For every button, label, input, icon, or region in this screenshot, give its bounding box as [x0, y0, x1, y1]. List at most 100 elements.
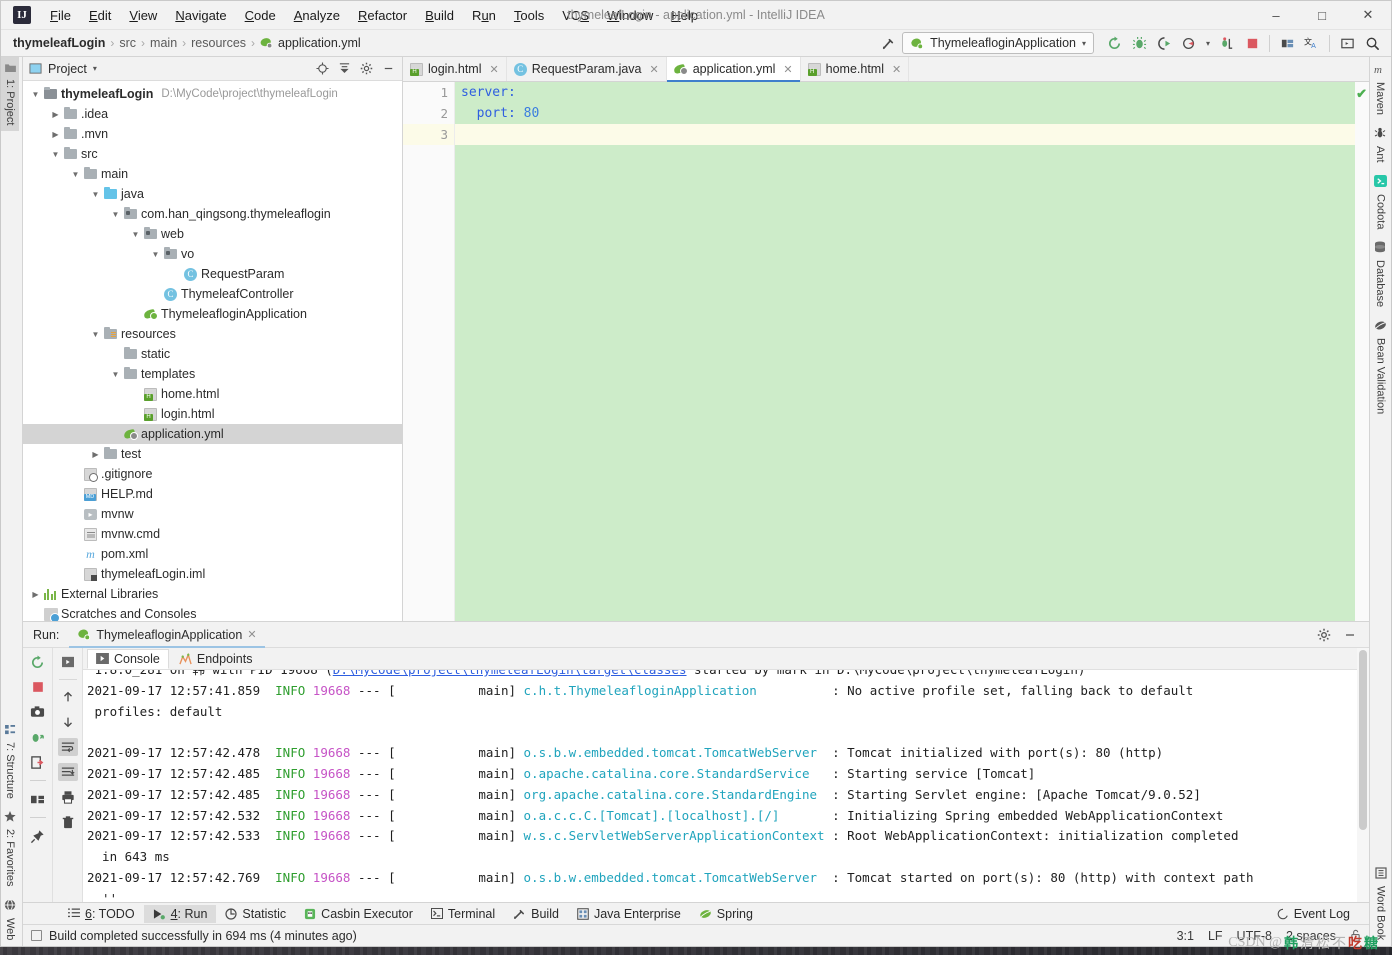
console-link[interactable]: D:\MyCode\project\thymeleafLogin\target\… — [333, 670, 687, 677]
menu-item-build[interactable]: Build — [416, 5, 463, 26]
tree-node-login-html[interactable]: login.html — [23, 404, 402, 424]
tree-node-src[interactable]: ▼ src — [23, 144, 402, 164]
chevron-down-icon[interactable]: ▾ — [1082, 39, 1086, 48]
chevron-right-icon[interactable]: ▶ — [49, 110, 62, 119]
chevron-down-icon[interactable]: ▼ — [109, 370, 122, 379]
breadcrumb-item-src[interactable]: src — [119, 36, 136, 50]
settings-gear-icon[interactable] — [356, 59, 376, 79]
chevron-down-icon[interactable]: ▾ — [1203, 32, 1213, 54]
menu-item-vcs[interactable]: VCS — [553, 5, 598, 26]
line-number[interactable]: 3 — [403, 124, 454, 145]
stop-icon[interactable] — [1241, 32, 1263, 54]
scroll-to-end-icon[interactable] — [57, 763, 78, 781]
menu-item-window[interactable]: Window — [598, 5, 662, 26]
tool-window-tab-codota[interactable]: Codota — [1371, 169, 1390, 235]
tool-window-tab-bean-validation[interactable]: Bean Validation — [1371, 313, 1390, 420]
chevron-down-icon[interactable]: ▼ — [89, 190, 102, 199]
run-config-tab[interactable]: ThymeleafloginApplication ✕ — [69, 622, 265, 648]
tree-node-thymeleafloginapplication[interactable]: ThymeleafloginApplication — [23, 304, 402, 324]
tree-node-mvnw[interactable]: ▸ mvnw — [23, 504, 402, 524]
attach-debugger-icon[interactable] — [1216, 32, 1238, 54]
tree-node-mvnw-cmd[interactable]: mvnw.cmd — [23, 524, 402, 544]
close-icon[interactable]: ✕ — [650, 63, 659, 76]
editor-tab-home-html[interactable]: home.html ✕ — [801, 57, 910, 81]
chevron-down-icon[interactable]: ▼ — [129, 230, 142, 239]
minimize-button[interactable]: – — [1253, 1, 1299, 30]
code-editor[interactable]: server: port: 80 — [455, 82, 1355, 621]
tool-window-tab-1--project[interactable]: 1: Project — [1, 57, 19, 132]
tree-node-resources[interactable]: ▼ resources — [23, 324, 402, 344]
editor-scrollbar[interactable]: ✔ — [1355, 82, 1369, 621]
bottom-tab-terminal[interactable]: Terminal — [422, 905, 504, 923]
up-icon[interactable] — [58, 688, 78, 706]
project-structure-icon[interactable] — [1276, 32, 1298, 54]
profile-icon[interactable] — [1178, 32, 1200, 54]
line-number[interactable]: 2 — [403, 103, 454, 124]
tree-node--mvn[interactable]: ▶ .mvn — [23, 124, 402, 144]
locate-icon[interactable] — [312, 59, 332, 79]
editor-tab-application-yml[interactable]: application.yml ✕ — [666, 57, 801, 82]
chevron-right-icon[interactable]: ▶ — [29, 590, 42, 599]
tree-node-thymeleafcontroller[interactable]: C ThymeleafController — [23, 284, 402, 304]
hide-icon[interactable] — [378, 59, 398, 79]
build-hammer-icon[interactable] — [877, 32, 899, 54]
event-log-button[interactable]: Event Log — [1268, 905, 1359, 923]
tool-window-tab-word-book[interactable]: Word Book — [1372, 861, 1390, 946]
close-icon[interactable]: ✕ — [783, 63, 792, 76]
editor-tab-requestparam-java[interactable]: C RequestParam.java ✕ — [507, 57, 667, 81]
maximize-button[interactable]: □ — [1299, 1, 1345, 30]
console-icon[interactable] — [1336, 32, 1358, 54]
menu-item-analyze[interactable]: Analyze — [285, 5, 349, 26]
chevron-right-icon[interactable]: ▶ — [49, 130, 62, 139]
layout-icon[interactable] — [28, 790, 48, 808]
tree-node--gitignore[interactable]: .gitignore — [23, 464, 402, 484]
menu-item-file[interactable]: File — [41, 5, 80, 26]
camera-icon[interactable] — [28, 703, 48, 721]
console-scrollbar[interactable] — [1357, 648, 1369, 902]
unlocked-icon[interactable] — [1350, 929, 1361, 942]
rerun-icon[interactable] — [1103, 32, 1125, 54]
code-line[interactable]: port: 80 — [455, 103, 1355, 124]
expand-console-icon[interactable] — [58, 653, 78, 671]
project-tree[interactable]: ▼ thymeleafLogin D:\MyCode\project\thymele… — [23, 81, 402, 621]
tool-window-tab-maven[interactable]: m Maven — [1371, 57, 1389, 121]
tree-node-templates[interactable]: ▼ templates — [23, 364, 402, 384]
tree-node-com-han_qingsong-thymeleaflogin[interactable]: ▼ com.han_qingsong.thymeleaflogin — [23, 204, 402, 224]
soft-wrap-icon[interactable] — [57, 738, 78, 756]
menu-item-help[interactable]: Help — [662, 5, 707, 26]
caret-position[interactable]: 3:1 — [1177, 929, 1194, 943]
bottom-tab-build[interactable]: Build — [504, 905, 568, 923]
inspection-status-icon[interactable]: ✔ — [1356, 86, 1367, 102]
chevron-right-icon[interactable]: ▶ — [89, 450, 102, 459]
breadcrumb-item-thymeleaflogin[interactable]: thymeleafLogin — [13, 36, 105, 50]
tree-node-java[interactable]: ▼ java — [23, 184, 402, 204]
trash-icon[interactable] — [58, 813, 78, 831]
editor-gutter[interactable]: 1−23 — [403, 82, 464, 621]
breadcrumb-item-application-yml[interactable]: application.yml — [260, 36, 361, 50]
menu-item-code[interactable]: Code — [236, 5, 285, 26]
tree-node--idea[interactable]: ▶ .idea — [23, 104, 402, 124]
rerun-icon[interactable] — [28, 653, 48, 671]
menu-item-refactor[interactable]: Refactor — [349, 5, 416, 26]
menu-item-edit[interactable]: Edit — [80, 5, 120, 26]
chevron-down-icon[interactable]: ▼ — [49, 150, 62, 159]
run-with-coverage-icon[interactable] — [1153, 32, 1175, 54]
bottom-tab-statistic[interactable]: Statistic — [216, 905, 295, 923]
console-output[interactable]: 1.8.0_281 on 韩 with PID 19668 (D:\MyCode… — [83, 670, 1369, 902]
file-encoding[interactable]: UTF-8 — [1237, 929, 1272, 943]
indent-setting[interactable]: 2 spaces — [1286, 929, 1336, 943]
console-tab-console[interactable]: Console — [87, 648, 169, 669]
bottom-tab-4--run[interactable]: 4: Run — [143, 904, 217, 923]
tree-node-main[interactable]: ▼ main — [23, 164, 402, 184]
debug-icon[interactable] — [1128, 32, 1150, 54]
tree-node-static[interactable]: static — [23, 344, 402, 364]
tool-window-tab-7--structure[interactable]: 7: Structure — [1, 719, 19, 805]
tool-window-tab-ant[interactable]: Ant — [1371, 121, 1389, 169]
chevron-down-icon[interactable]: ▼ — [29, 90, 42, 99]
code-line[interactable] — [455, 124, 1355, 145]
line-separator[interactable]: LF — [1208, 929, 1223, 943]
chevron-down-icon[interactable]: ▼ — [69, 170, 82, 179]
hide-icon[interactable] — [1339, 624, 1361, 646]
tree-node-test[interactable]: ▶ test — [23, 444, 402, 464]
exit-icon[interactable] — [28, 753, 48, 771]
